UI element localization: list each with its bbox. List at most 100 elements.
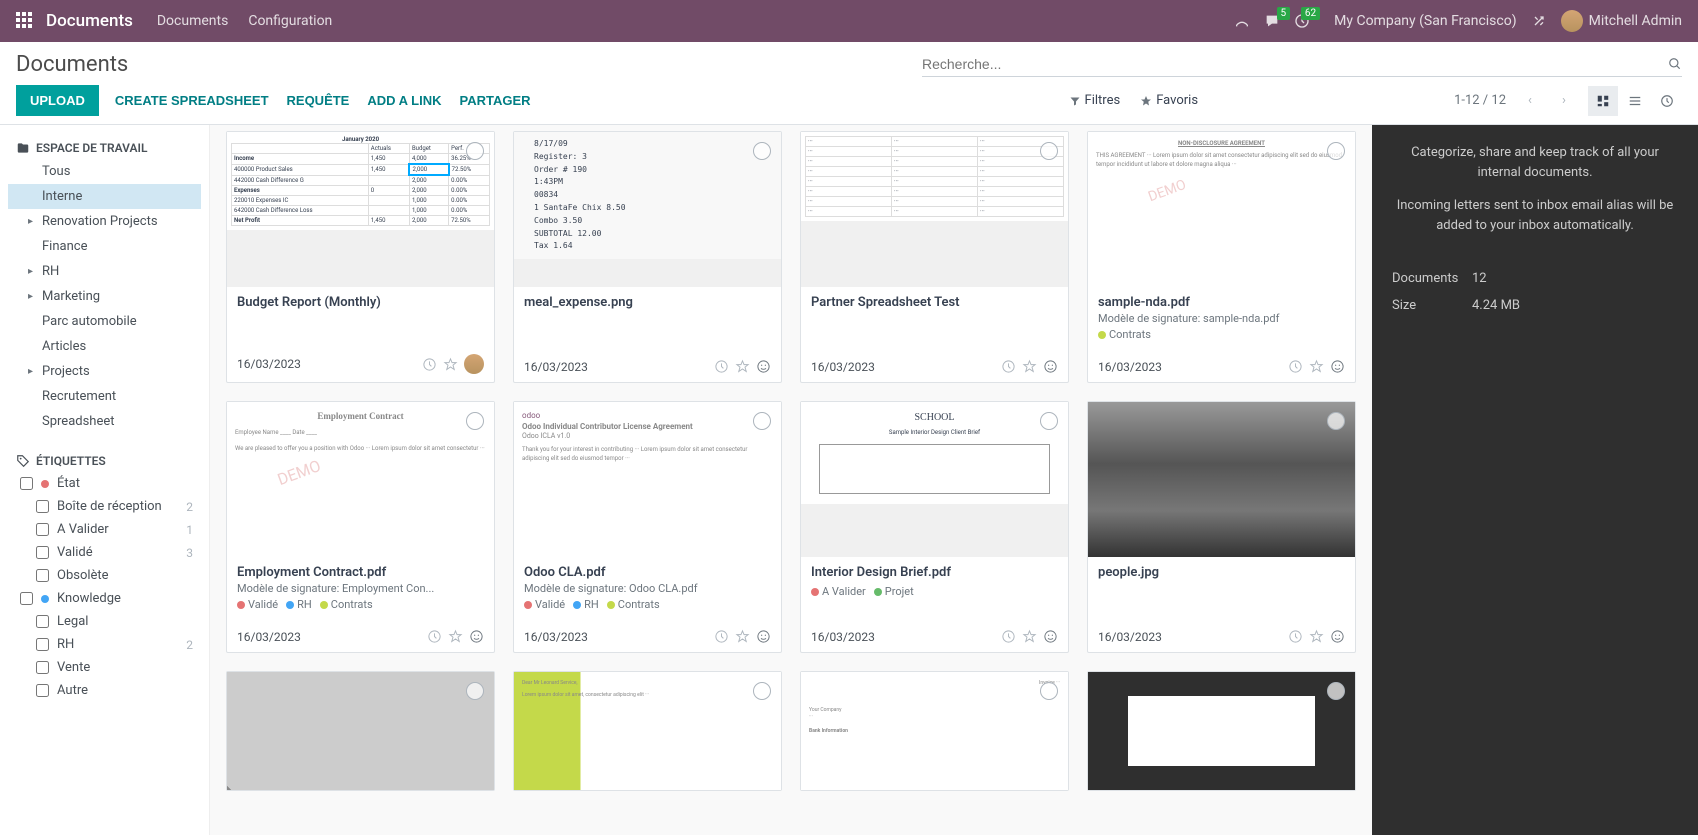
- workspace-item[interactable]: Parc automobile: [8, 309, 201, 334]
- user-menu[interactable]: Mitchell Admin: [1561, 10, 1682, 32]
- tag-item[interactable]: Boîte de réception2: [8, 495, 201, 518]
- tag-group-header[interactable]: État: [8, 472, 201, 495]
- document-card[interactable]: January 2020ActualsBudgetPerf.Income1,45…: [226, 131, 495, 383]
- stat-docs-value: 12: [1472, 271, 1487, 286]
- workspace-item[interactable]: Finance: [8, 234, 201, 259]
- activity-icon[interactable]: [1330, 359, 1345, 374]
- document-card[interactable]: SCHOOLSample Interior Design Client Brie…: [800, 401, 1069, 653]
- select-circle[interactable]: [1327, 412, 1345, 430]
- tag-item[interactable]: RH2: [8, 633, 201, 656]
- document-card[interactable]: [1087, 671, 1356, 791]
- doc-title: Employment Contract.pdf: [237, 565, 484, 580]
- history-icon[interactable]: [714, 629, 729, 644]
- document-card[interactable]: NON-DISCLOSURE AGREEMENTTHIS AGREEMENT ·…: [1087, 131, 1356, 383]
- history-icon[interactable]: [1288, 359, 1303, 374]
- workspace-item[interactable]: Tous: [8, 159, 201, 184]
- workspace-item[interactable]: Spreadsheet: [8, 409, 201, 434]
- activities-icon[interactable]: 62: [1294, 13, 1310, 29]
- doc-title: Partner Spreadsheet Test: [811, 295, 1058, 310]
- add-link-button[interactable]: ADD A LINK: [367, 93, 441, 108]
- tag-item[interactable]: Validé3: [8, 541, 201, 564]
- workspace-item[interactable]: ▸Projects: [8, 359, 201, 384]
- star-icon[interactable]: [1309, 629, 1324, 644]
- search-icon[interactable]: [1668, 57, 1682, 71]
- search-input[interactable]: [922, 56, 1668, 72]
- doc-title: Interior Design Brief.pdf: [811, 565, 1058, 580]
- select-circle[interactable]: [753, 682, 771, 700]
- select-circle[interactable]: [466, 412, 484, 430]
- history-icon[interactable]: [1001, 359, 1016, 374]
- favorites-button[interactable]: Favoris: [1140, 93, 1198, 108]
- nav-configuration[interactable]: Configuration: [248, 13, 332, 29]
- select-circle[interactable]: [753, 142, 771, 160]
- brand-title[interactable]: Documents: [46, 11, 133, 31]
- workspace-item[interactable]: Recrutement: [8, 384, 201, 409]
- document-card[interactable]: ········································…: [800, 131, 1069, 383]
- apps-icon[interactable]: [16, 12, 34, 30]
- select-circle[interactable]: [1040, 682, 1058, 700]
- tools-icon[interactable]: [1531, 13, 1547, 29]
- star-icon[interactable]: [735, 359, 750, 374]
- history-icon[interactable]: [422, 357, 437, 372]
- activity-icon[interactable]: [469, 629, 484, 644]
- company-selector[interactable]: My Company (San Francisco): [1334, 13, 1516, 29]
- requete-button[interactable]: REQUÊTE: [287, 93, 350, 108]
- tag-item[interactable]: Legal: [8, 610, 201, 633]
- star-icon[interactable]: [735, 629, 750, 644]
- messages-icon[interactable]: 5: [1264, 13, 1280, 29]
- select-circle[interactable]: [466, 142, 484, 160]
- support-icon[interactable]: [1234, 13, 1250, 29]
- pager-next[interactable]: ›: [1554, 91, 1574, 111]
- activity-icon[interactable]: [756, 629, 771, 644]
- history-icon[interactable]: [714, 359, 729, 374]
- doc-date: 16/03/2023: [524, 630, 588, 644]
- upload-button[interactable]: UPLOAD: [16, 85, 99, 116]
- activity-icon[interactable]: [756, 359, 771, 374]
- filters-button[interactable]: Filtres: [1069, 93, 1121, 108]
- activity-icon[interactable]: [1043, 359, 1058, 374]
- star-icon[interactable]: [1022, 629, 1037, 644]
- select-circle[interactable]: [1040, 142, 1058, 160]
- document-card[interactable]: Employment ContractEmployee Name ____ Da…: [226, 401, 495, 653]
- tag-item[interactable]: Vente: [8, 656, 201, 679]
- history-icon[interactable]: [1001, 629, 1016, 644]
- tag-group-header[interactable]: Knowledge: [8, 587, 201, 610]
- document-card[interactable]: people.jpg16/03/2023: [1087, 401, 1356, 653]
- select-circle[interactable]: [466, 682, 484, 700]
- select-circle[interactable]: [1327, 142, 1345, 160]
- workspace-item[interactable]: ▸Marketing: [8, 284, 201, 309]
- doc-subtitle: Modèle de signature: Employment Con...: [237, 582, 484, 595]
- activity-icon[interactable]: [1043, 629, 1058, 644]
- nav-documents[interactable]: Documents: [157, 13, 228, 29]
- history-icon[interactable]: [1288, 629, 1303, 644]
- document-card[interactable]: Dear Mr Leonard Service,Lorem ipsum dolo…: [513, 671, 782, 791]
- partager-button[interactable]: PARTAGER: [460, 93, 531, 108]
- tag-item[interactable]: A Valider1: [8, 518, 201, 541]
- document-card[interactable]: 8/17/09Register: 3Order # 1901:43PM00834…: [513, 131, 782, 383]
- kanban-view-button[interactable]: [1588, 86, 1618, 116]
- history-icon[interactable]: [427, 629, 442, 644]
- select-circle[interactable]: [1040, 412, 1058, 430]
- activity-view-button[interactable]: [1652, 86, 1682, 116]
- document-card[interactable]: [226, 671, 495, 791]
- pager-prev[interactable]: ‹: [1520, 91, 1540, 111]
- select-circle[interactable]: [1327, 682, 1345, 700]
- document-card[interactable]: Invoice ···Your Company···Bank Informati…: [800, 671, 1069, 791]
- star-icon[interactable]: [1309, 359, 1324, 374]
- info-text-1: Categorize, share and keep track of all …: [1392, 143, 1678, 182]
- tag-item[interactable]: Autre: [8, 679, 201, 702]
- star-icon[interactable]: [1022, 359, 1037, 374]
- document-card[interactable]: odooOdoo Individual Contributor License …: [513, 401, 782, 653]
- tag-item[interactable]: Obsolète: [8, 564, 201, 587]
- star-icon[interactable]: [443, 357, 458, 372]
- select-circle[interactable]: [753, 412, 771, 430]
- activity-icon[interactable]: [1330, 629, 1345, 644]
- create-spreadsheet-button[interactable]: CREATE SPREADSHEET: [115, 93, 269, 108]
- search-box[interactable]: [922, 52, 1682, 77]
- workspace-item[interactable]: Articles: [8, 334, 201, 359]
- workspace-item[interactable]: ▸Renovation Projects: [8, 209, 201, 234]
- workspace-item[interactable]: ▸RH: [8, 259, 201, 284]
- workspace-item[interactable]: Interne: [8, 184, 201, 209]
- star-icon[interactable]: [448, 629, 463, 644]
- list-view-button[interactable]: [1620, 86, 1650, 116]
